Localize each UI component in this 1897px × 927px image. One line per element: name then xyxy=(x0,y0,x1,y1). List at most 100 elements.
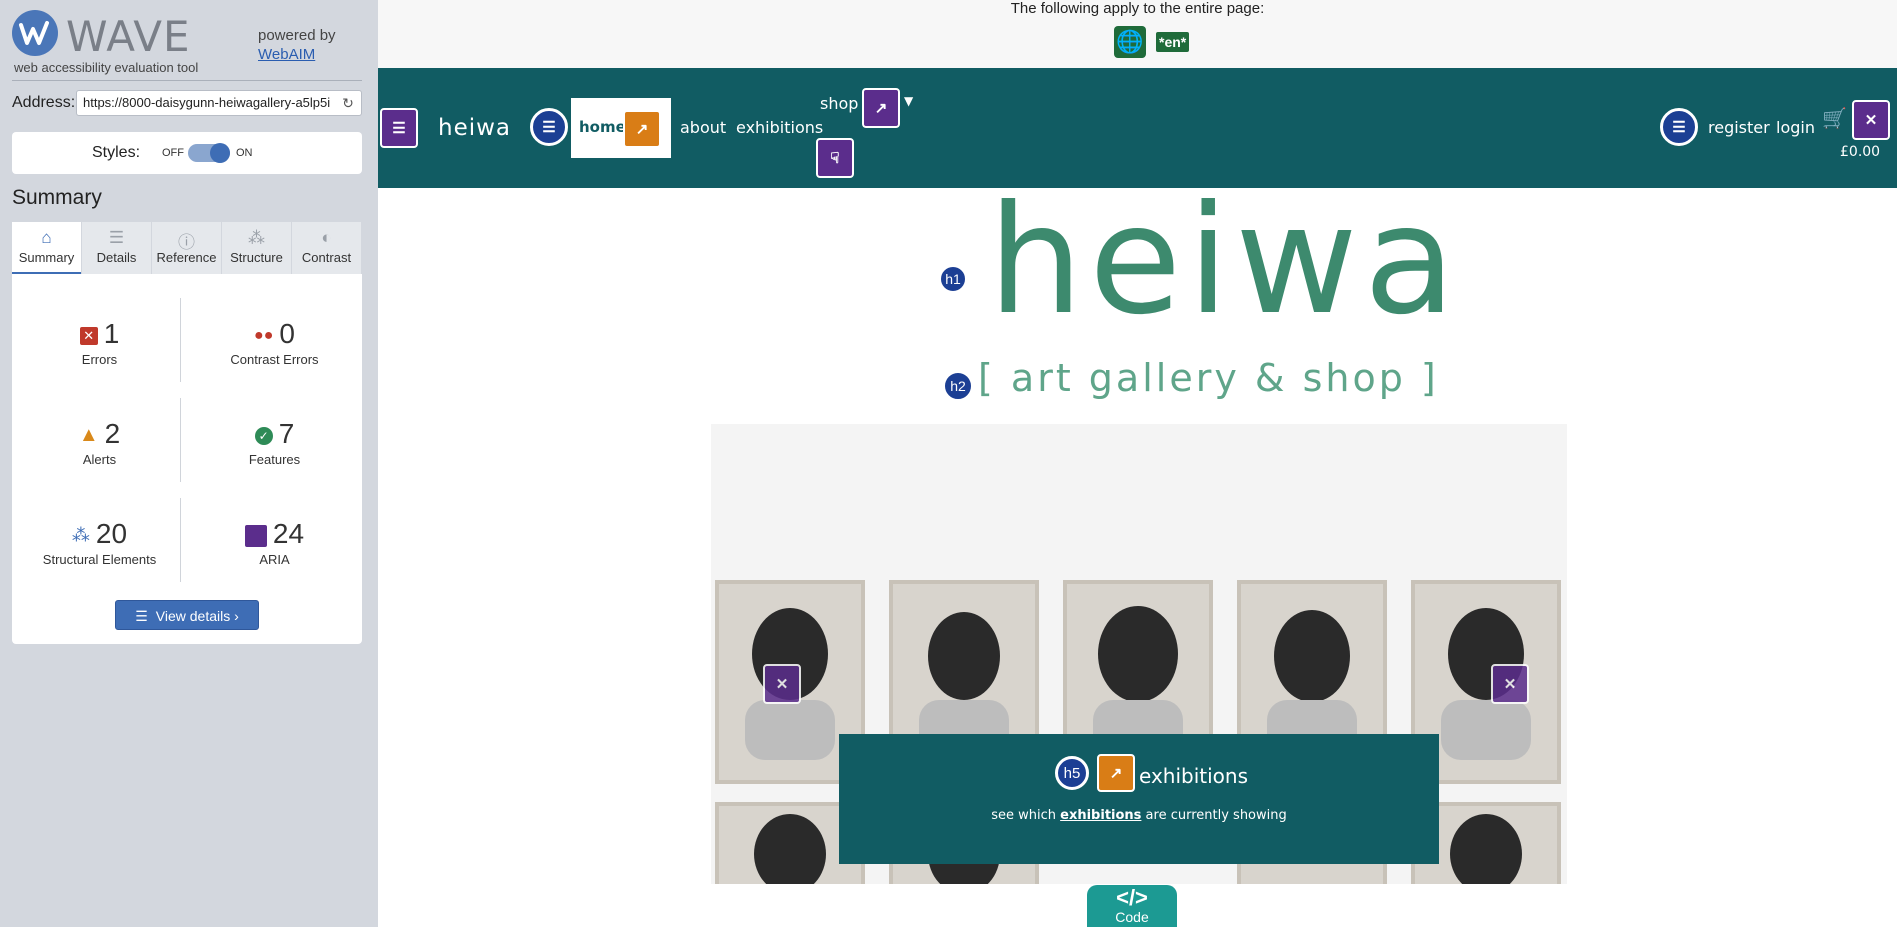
error-image-alt-icon[interactable]: ✕ xyxy=(1491,664,1529,704)
page-notice-text: The following apply to the entire page: xyxy=(1010,0,1265,17)
tab-reference-label: Reference xyxy=(156,250,217,265)
tab-structure[interactable]: ⁂ Structure xyxy=(222,222,291,274)
list-icon: ☰ xyxy=(108,228,125,247)
wave-sidebar: WAVE web accessibility evaluation tool p… xyxy=(0,0,378,927)
page-notice-bar: The following apply to the entire page: … xyxy=(378,0,1897,68)
globe-icon[interactable]: 🌐 xyxy=(1114,26,1146,58)
h5-badge-icon[interactable]: h5 xyxy=(1055,756,1089,790)
styles-toggle[interactable] xyxy=(188,143,230,163)
stat-alerts[interactable]: ▲ 2 Alerts xyxy=(12,418,187,467)
wave-logo-icon xyxy=(12,10,58,56)
code-glyph: </> xyxy=(1116,885,1148,910)
powered-by: powered by WebAIM xyxy=(258,26,336,64)
styles-on-label: ON xyxy=(236,147,253,159)
tab-contrast-label: Contrast xyxy=(301,250,352,265)
alert-heading-icon[interactable]: ↗ xyxy=(1097,754,1135,792)
code-label: Code xyxy=(1115,909,1149,925)
contrast-label: Contrast Errors xyxy=(230,352,319,367)
error-empty-link-icon[interactable]: ✕ xyxy=(1852,100,1890,140)
list-icon: ☰ xyxy=(135,608,148,624)
tab-structure-label: Structure xyxy=(230,250,283,265)
wave-tabs: ⌂ Summary ☰ Details ⓘ Reference ⁂ Struct… xyxy=(12,222,362,274)
alerts-label: Alerts xyxy=(82,452,117,467)
nav-register[interactable]: register xyxy=(1708,118,1770,137)
summary-heading: Summary xyxy=(12,186,102,209)
aria-menu-icon[interactable]: ☟ xyxy=(816,138,854,178)
code-toggle-button[interactable]: </> Code xyxy=(1087,885,1177,927)
aria-count: 24 xyxy=(272,518,305,549)
powered-by-text: powered by xyxy=(258,27,336,44)
styles-off-label: OFF xyxy=(162,147,184,159)
site-name-link[interactable]: heiwa xyxy=(438,115,511,141)
card-text-post: are currently showing xyxy=(1141,808,1287,823)
hierarchy-icon: ⁂ xyxy=(248,228,265,247)
features-label: Features xyxy=(248,452,301,467)
exhibitions-card: h5 ↗ exhibitions see which exhibitions a… xyxy=(839,734,1439,864)
nav-shop[interactable]: shop xyxy=(820,94,858,113)
alerts-count: 2 xyxy=(104,418,121,449)
address-label: Address: xyxy=(12,94,76,111)
toggle-knob xyxy=(210,143,230,163)
errors-count: 1 xyxy=(103,318,120,349)
webaim-link[interactable]: WebAIM xyxy=(258,46,315,63)
alert-icon: ▲ xyxy=(78,424,99,447)
card-text-pre: see which xyxy=(991,808,1061,823)
contrast-icon: ◐ xyxy=(321,228,332,247)
stat-structural[interactable]: ⁂ 20 Structural Elements xyxy=(12,518,187,567)
tab-details-label: Details xyxy=(96,250,137,265)
tab-details[interactable]: ☰ Details xyxy=(82,222,151,274)
aria-expanded-icon[interactable]: ↗ xyxy=(862,88,900,128)
structure-icon: ⁂ xyxy=(71,525,90,546)
exhibitions-card-title: exhibitions xyxy=(1139,764,1249,788)
alert-redundant-link-icon[interactable]: ↗ xyxy=(623,110,661,148)
home-icon: ⌂ xyxy=(41,228,52,247)
tab-reference[interactable]: ⓘ Reference xyxy=(152,222,221,274)
features-count: 7 xyxy=(278,418,295,449)
aria-landmark-icon[interactable]: ☰ xyxy=(380,108,418,148)
hero-title: heiwa xyxy=(988,174,1462,348)
list-badge-icon[interactable]: ☰ xyxy=(530,108,568,146)
list-badge-icon[interactable]: ☰ xyxy=(1660,108,1698,146)
evaluated-page: The following apply to the entire page: … xyxy=(378,0,1897,927)
stat-errors[interactable]: ✕ 1 Errors xyxy=(12,318,187,367)
contrast-count: 0 xyxy=(279,318,295,349)
nav-login[interactable]: login xyxy=(1776,118,1815,137)
site-navbar: ☰ heiwa ☰ home ↗ about exhibitions shop … xyxy=(378,68,1897,188)
stat-aria[interactable]: 24 ARIA xyxy=(187,518,362,567)
errors-label: Errors xyxy=(81,352,118,367)
wave-brand: WAVE xyxy=(66,12,191,61)
stat-features[interactable]: ✓ 7 Features xyxy=(187,418,362,467)
dropdown-caret-icon[interactable]: ▼ xyxy=(904,94,913,108)
exhibitions-link[interactable]: exhibitions xyxy=(1060,808,1141,823)
aria-icon xyxy=(244,524,267,547)
reload-icon[interactable]: ↻ xyxy=(339,91,357,115)
h1-badge-icon[interactable]: h1 xyxy=(938,264,968,294)
nav-about[interactable]: about xyxy=(680,118,726,137)
error-icon: ✕ xyxy=(79,326,98,345)
basket-icon[interactable]: 🛒 xyxy=(1822,106,1847,130)
sidebar-divider xyxy=(12,80,362,81)
summary-panel: ✕ 1 Errors ●● 0 Contrast Errors ▲ 2 Alerts … xyxy=(12,274,362,644)
wave-tagline: web accessibility evaluation tool xyxy=(14,60,199,75)
stat-contrast-errors[interactable]: ●● 0 Contrast Errors xyxy=(187,318,362,367)
contrast-error-icon: ●● xyxy=(254,326,274,344)
error-image-alt-icon[interactable]: ✕ xyxy=(763,664,801,704)
nav-home-label: home xyxy=(579,118,626,136)
exhibitions-card-text: see which exhibitions are currently show… xyxy=(839,808,1439,823)
address-input[interactable]: https://8000-daisygunn-heiwagallery-a5lp… xyxy=(76,90,362,116)
view-details-button[interactable]: ☰ View details › xyxy=(115,600,259,630)
tab-summary[interactable]: ⌂ Summary xyxy=(12,222,81,274)
tab-summary-label: Summary xyxy=(18,250,75,265)
info-icon: ⓘ xyxy=(178,233,195,252)
basket-total[interactable]: £0.00 xyxy=(1840,144,1880,160)
h2-badge-icon[interactable]: h2 xyxy=(942,370,974,402)
styles-card: Styles: OFF ON xyxy=(12,132,362,174)
language-badge[interactable]: *en* xyxy=(1156,32,1190,52)
nav-home[interactable]: home ↗ xyxy=(571,98,671,158)
nav-exhibitions[interactable]: exhibitions xyxy=(736,118,823,137)
aria-label: ARIA xyxy=(259,552,290,567)
feature-icon: ✓ xyxy=(254,426,273,445)
structural-count: 20 xyxy=(95,518,128,549)
tab-contrast[interactable]: ◐ Contrast xyxy=(292,222,361,274)
structural-label: Structural Elements xyxy=(42,552,157,567)
